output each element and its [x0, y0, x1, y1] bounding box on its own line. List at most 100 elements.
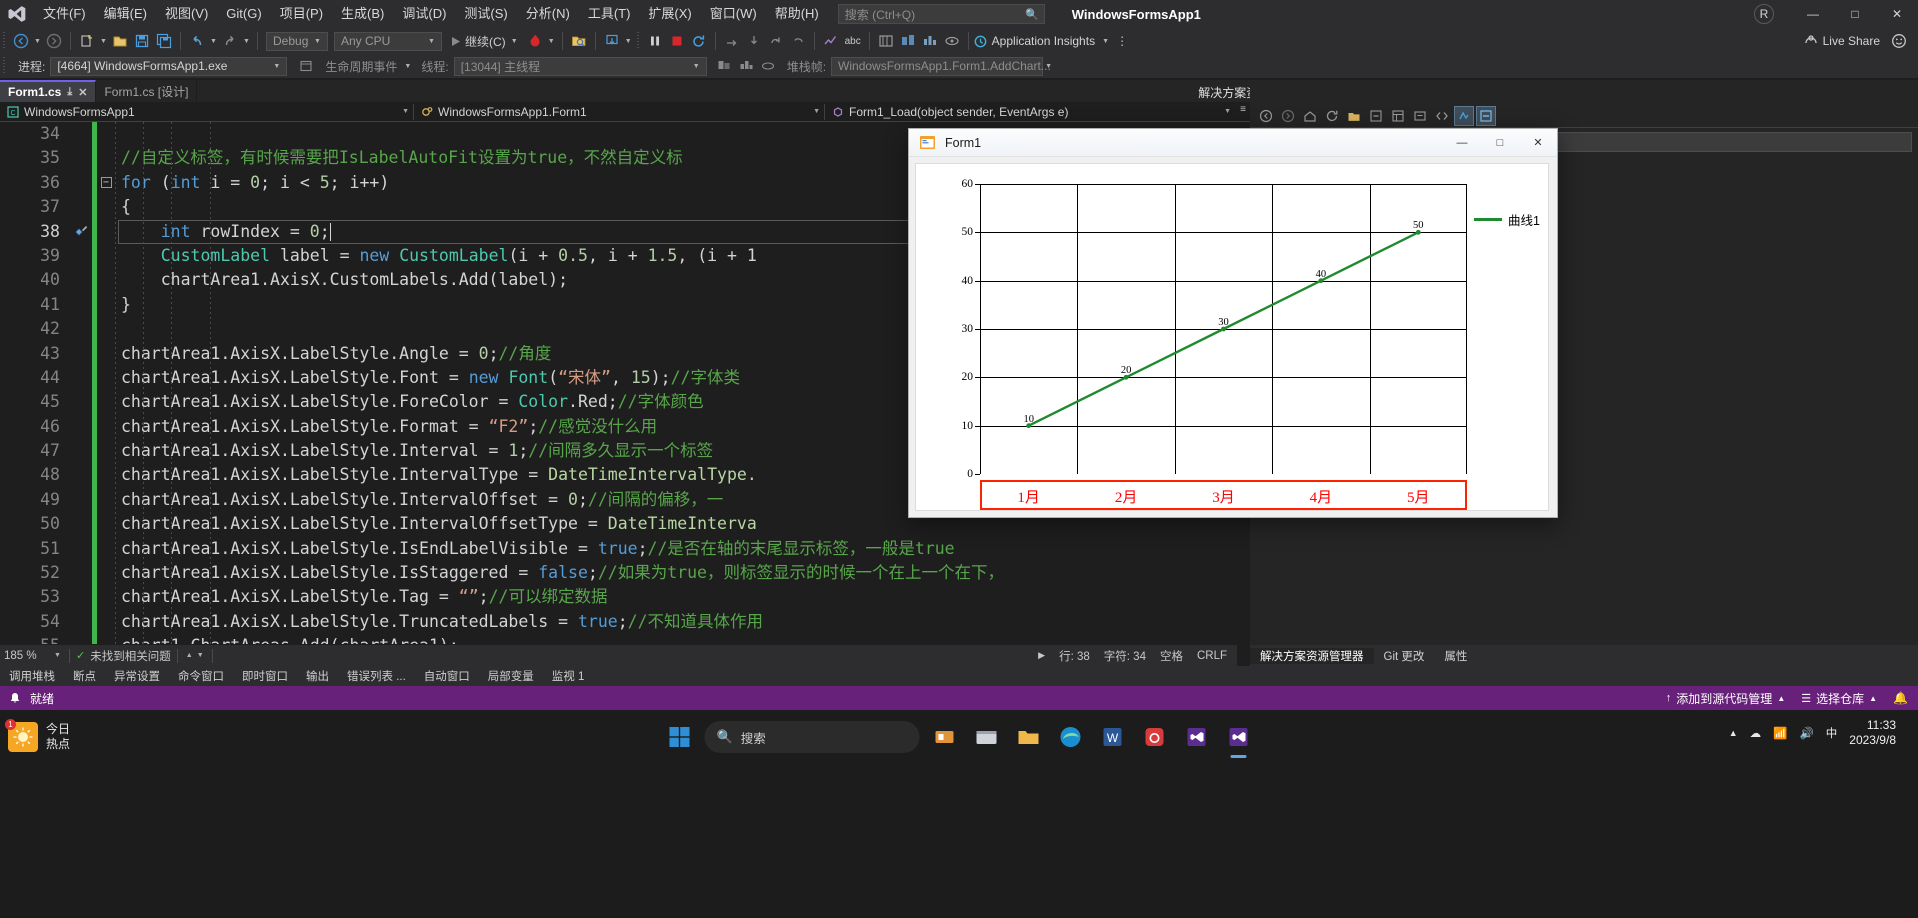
tool-tab-error-list[interactable]: 错误列表 ...: [338, 668, 415, 684]
code-line[interactable]: 54 chartArea1.AxisX.LabelStyle.TruncatedL…: [0, 609, 1237, 635]
threads-window-icon[interactable]: [897, 30, 919, 52]
stack-frame-combo[interactable]: WindowsFormsApp1.Form1.AddChart...: [831, 56, 1051, 76]
add-to-source-control-button[interactable]: ↑ 添加到源代码管理 ▲: [1666, 690, 1785, 707]
code-line[interactable]: 55 chart1.ChartAreas.Add(chartArea1);: [0, 634, 1237, 644]
app-insights-dropdown-icon[interactable]: ▼: [1100, 38, 1111, 45]
feedback-smiley-icon[interactable]: [1888, 30, 1910, 52]
open-file-icon[interactable]: [109, 30, 131, 52]
debugbar-grip[interactable]: [3, 57, 10, 75]
back-nav-icon[interactable]: [1256, 106, 1276, 126]
parallel-stacks-icon[interactable]: [919, 30, 941, 52]
tool-tab-autos[interactable]: 自动窗口: [415, 668, 479, 684]
preview-selected-items-icon[interactable]: [1410, 106, 1430, 126]
account-avatar[interactable]: R: [1754, 4, 1774, 24]
show-desktop-button[interactable]: [1908, 727, 1912, 739]
menu-item-debug[interactable]: 调试(D): [393, 0, 455, 28]
editor-zoom-level[interactable]: 185 %: [0, 650, 52, 662]
hot-reload-dropdown-icon[interactable]: ▼: [546, 38, 557, 45]
tab-form1-cs-design[interactable]: Form1.cs [设计]: [96, 80, 198, 102]
memory-window-icon[interactable]: [875, 30, 897, 52]
stack-frame-watch-icon[interactable]: [757, 55, 779, 77]
issues-prev-icon[interactable]: ▲: [184, 652, 195, 659]
new-project-dropdown-icon[interactable]: ▼: [98, 38, 109, 45]
step-in-icon[interactable]: [743, 30, 765, 52]
navbar-splitter-icon[interactable]: ≡: [1240, 104, 1246, 115]
code-line[interactable]: 53 chartArea1.AxisX.LabelStyle.Tag = “”;/…: [0, 585, 1237, 610]
save-all-icon[interactable]: [153, 30, 175, 52]
chart-control[interactable]: 0 10 20 30 40 50 60 10 20 30 40 50 1月 2月 3月 4月 5月 曲线1: [915, 163, 1549, 511]
process-combo[interactable]: [4664] WindowsFormsApp1.exe ▼: [50, 56, 288, 76]
menu-item-extensions[interactable]: 扩展(X): [639, 0, 700, 28]
taskbar-file-explorer[interactable]: [970, 720, 1004, 754]
tray-volume-icon[interactable]: 🔊: [1799, 726, 1813, 740]
view-in-browser-icon[interactable]: [1454, 105, 1474, 126]
taskbar-visual-studio-running[interactable]: [1222, 720, 1256, 754]
horizontal-scroll-right-icon[interactable]: ▶: [1038, 650, 1045, 661]
form1-maximize-button[interactable]: □: [1481, 129, 1519, 157]
menu-item-tools[interactable]: 工具(T): [579, 0, 640, 28]
toolbar-grip-2[interactable]: [636, 32, 644, 50]
code-view-icon[interactable]: [1432, 106, 1452, 126]
taskbar-visual-studio[interactable]: [1180, 720, 1214, 754]
start-button[interactable]: [663, 720, 697, 754]
sln-tab-git-changes[interactable]: Git 更改: [1374, 648, 1435, 664]
redo-dropdown-icon[interactable]: ▼: [241, 38, 252, 45]
notifications-bell-icon[interactable]: 🔔: [1893, 691, 1908, 705]
menu-item-project[interactable]: 项目(P): [271, 0, 332, 28]
lifecycle-dropdown-icon[interactable]: ▼: [402, 63, 413, 70]
step-over-icon[interactable]: [721, 30, 743, 52]
continue-debug-button[interactable]: 继续(C) ▼: [445, 33, 524, 50]
navbar-project-selector[interactable]: C WindowsFormsApp1 ▼: [0, 102, 413, 122]
stack-frame-prev-icon[interactable]: [713, 55, 735, 77]
quick-launch-search-input[interactable]: 搜索 (Ctrl+Q) 🔍: [837, 4, 1045, 24]
tab-form1-cs[interactable]: Form1.cs ⤓ ✕: [0, 80, 97, 102]
forward-nav-icon[interactable]: [1278, 106, 1298, 126]
navbar-member-selector[interactable]: Form1_Load(object sender, EventArgs e) ▼: [825, 102, 1235, 122]
form1-window[interactable]: Form1 — □ ✕ 0 10 20 30 40 50 60 10 20 30 40 50 1月 2月 3…: [908, 128, 1558, 518]
window-maximize-button[interactable]: □: [1834, 0, 1876, 28]
form1-title-bar[interactable]: Form1 — □ ✕: [909, 129, 1557, 157]
solution-platform-combo[interactable]: Any CPU ▼: [334, 31, 442, 51]
redo-icon[interactable]: [219, 30, 241, 52]
collapse-region-icon[interactable]: −: [97, 177, 115, 189]
taskbar-search-input[interactable]: 🔍 搜索: [704, 721, 920, 753]
save-icon[interactable]: [131, 30, 153, 52]
issues-next-icon[interactable]: ▼: [195, 652, 206, 659]
browse-folder-icon[interactable]: [568, 30, 590, 52]
stack-frame-dropdown-icon[interactable]: ▼: [1043, 63, 1054, 70]
taskbar-netease[interactable]: [1138, 720, 1172, 754]
restart-debug-icon[interactable]: [688, 30, 710, 52]
abc-spell-icon[interactable]: abc: [842, 30, 864, 52]
menu-item-git[interactable]: Git(G): [217, 0, 270, 28]
tool-tab-immediate-window[interactable]: 即时窗口: [233, 668, 297, 684]
pin-icon[interactable]: ⤓: [67, 86, 72, 99]
stack-frame-next-icon[interactable]: [735, 55, 757, 77]
code-line[interactable]: 51 chartArea1.AxisX.LabelStyle.IsEndLabel…: [0, 536, 1237, 562]
menu-item-build[interactable]: 生成(B): [332, 0, 393, 28]
thread-combo[interactable]: [13044] 主线程 ▼: [453, 56, 707, 76]
tool-tab-command-window[interactable]: 命令窗口: [169, 668, 233, 684]
form1-minimize-button[interactable]: —: [1443, 129, 1481, 157]
undo-dropdown-icon[interactable]: ▼: [208, 38, 219, 45]
undo-icon[interactable]: [186, 30, 208, 52]
window-close-button[interactable]: ✕: [1876, 0, 1918, 28]
lifecycle-events-icon[interactable]: [295, 55, 317, 77]
tray-network-icon[interactable]: 📶: [1773, 726, 1787, 740]
stop-debug-icon[interactable]: [666, 30, 688, 52]
step-out-icon[interactable]: [765, 30, 787, 52]
show-all-files-icon[interactable]: [1344, 106, 1364, 126]
tool-tab-exception-settings[interactable]: 异常设置: [105, 668, 169, 684]
tool-tab-output[interactable]: 输出: [297, 668, 338, 684]
window-minimize-button[interactable]: —: [1792, 0, 1834, 28]
menu-item-analyze[interactable]: 分析(N): [517, 0, 579, 28]
menu-item-edit[interactable]: 编辑(E): [95, 0, 156, 28]
tool-tab-watch-1[interactable]: 监视 1: [543, 668, 594, 684]
diagnostics-icon[interactable]: [820, 30, 842, 52]
continue-dropdown-icon[interactable]: ▼: [509, 38, 520, 45]
zoom-dropdown-icon[interactable]: ▼: [52, 652, 63, 659]
navigate-backward-dropdown-icon[interactable]: ▼: [32, 38, 43, 45]
solution-configuration-combo[interactable]: Debug ▼: [266, 31, 328, 51]
indent-mode-label[interactable]: 空格: [1160, 648, 1183, 664]
taskbar-folder[interactable]: [1012, 720, 1046, 754]
home-icon[interactable]: [1300, 106, 1320, 126]
